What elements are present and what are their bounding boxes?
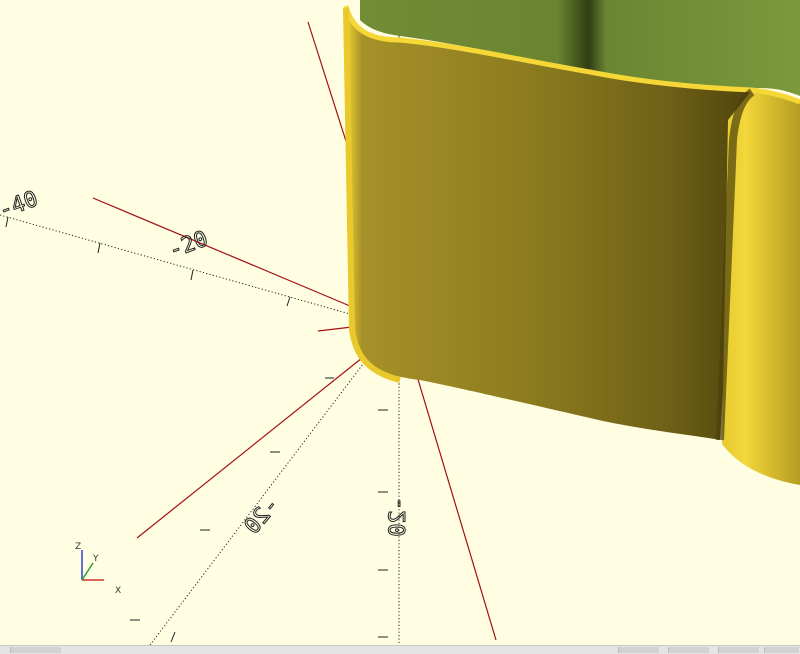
status-segment: [10, 647, 61, 653]
gizmo-y-label: Y: [92, 554, 99, 564]
gizmo-z-label: Z: [75, 542, 81, 552]
status-segment: [668, 647, 709, 653]
status-segment: [764, 647, 799, 653]
status-segment: [618, 647, 659, 653]
3d-viewport[interactable]: -40 -20 -20 -20 Z Y X: [0, 0, 800, 645]
z-neg-axis-line: [416, 375, 497, 641]
gizmo-y-axis: [81, 562, 94, 581]
status-segment: [718, 647, 759, 653]
x-axis-label-near: -20: [166, 227, 212, 264]
y-axis-label: -20: [240, 493, 285, 540]
z-axis-label: -20: [386, 497, 411, 537]
axes-gizmo: Z Y X: [75, 542, 121, 596]
scene-canvas[interactable]: -40 -20 -20 -20 Z Y X: [0, 0, 800, 645]
gizmo-x-label: X: [115, 586, 121, 596]
x-axis-label-far: -40: [0, 187, 41, 224]
dotted-axes: [0, 0, 400, 645]
x-axis-line-short: [317, 326, 353, 332]
